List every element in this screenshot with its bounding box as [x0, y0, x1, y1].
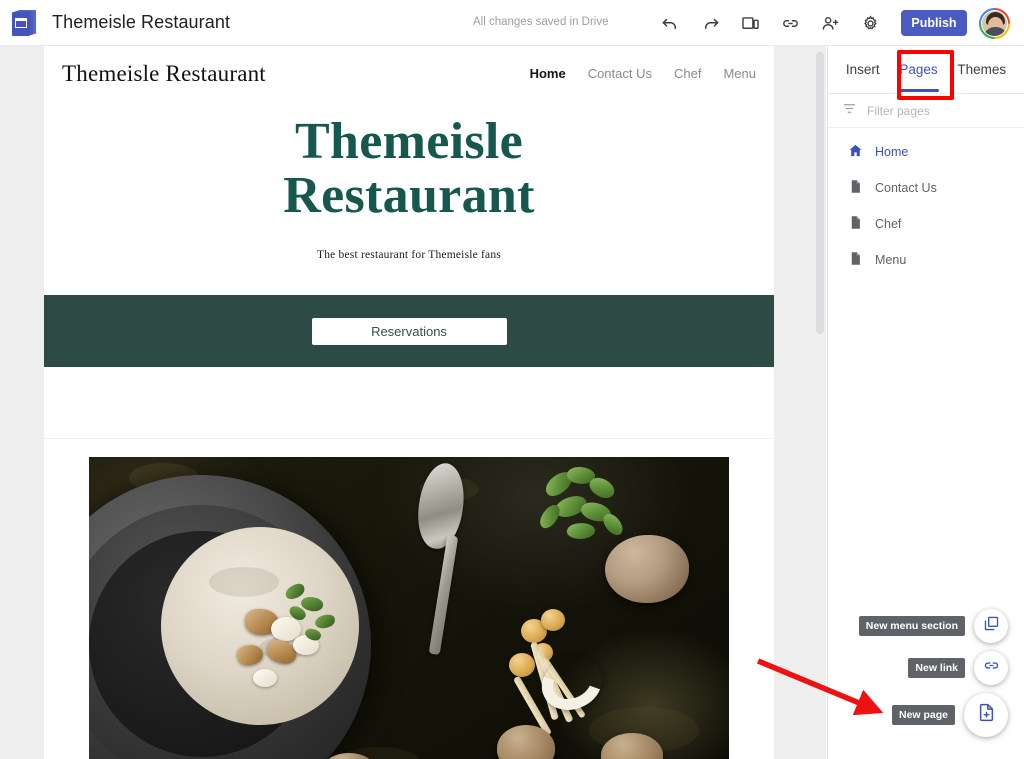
new-page-icon — [976, 702, 997, 728]
filter-icon — [842, 101, 857, 121]
filter-pages-row[interactable] — [828, 94, 1024, 128]
redo-icon[interactable] — [690, 3, 730, 43]
undo-icon[interactable] — [650, 3, 690, 43]
search-input[interactable] — [867, 103, 997, 118]
site-nav-item-home[interactable]: Home — [530, 66, 566, 81]
page-icon — [848, 215, 863, 233]
fab-row-new-menu-section: New menu section — [828, 609, 1008, 643]
site-nav-item-contact-us[interactable]: Contact Us — [588, 66, 652, 81]
add-person-icon[interactable] — [810, 3, 850, 43]
sidebar-item-home[interactable]: Home — [828, 134, 1024, 170]
sidebar-item-chef[interactable]: Chef — [828, 206, 1024, 242]
sidebar-item-label: Contact Us — [875, 181, 937, 195]
tooltip-new-page: New page — [891, 705, 955, 725]
sidebar-item-label: Menu — [875, 253, 907, 267]
google-sites-editor: Themeisle Restaurant All changes saved i… — [0, 0, 1024, 759]
tab-insert[interactable]: Insert — [844, 48, 882, 91]
save-status: All changes saved in Drive — [473, 16, 609, 28]
tooltip-new-link: New link — [908, 658, 965, 678]
hero-title-line1: Themeisle — [295, 113, 523, 170]
new-menu-section-button[interactable] — [974, 609, 1008, 643]
settings-gear-icon[interactable] — [850, 3, 890, 43]
canvas-scrollbar[interactable] — [816, 50, 824, 755]
fab-cluster: New menu section New link New page — [828, 609, 1008, 745]
new-link-button[interactable] — [974, 651, 1008, 685]
photo-section[interactable] — [44, 439, 774, 759]
sidebar-item-menu[interactable]: Menu — [828, 242, 1024, 278]
sidebar-item-label: Home — [875, 145, 909, 159]
pages-list: Home Contact Us Chef Menu — [828, 128, 1024, 278]
spoon-icon — [413, 460, 469, 552]
food-photo[interactable] — [89, 457, 729, 759]
fab-row-new-page: New page — [828, 693, 1008, 737]
tooltip-new-menu-section: New menu section — [858, 616, 965, 636]
page-title[interactable]: Themeisle Restaurant — [52, 12, 230, 33]
toolbar-icon-group — [650, 0, 930, 46]
google-sites-icon — [12, 9, 36, 36]
empty-section[interactable] — [44, 367, 774, 440]
fab-row-new-link: New link — [828, 651, 1008, 685]
avatar[interactable] — [979, 8, 1010, 39]
right-panel: Insert Pages Themes Home — [827, 46, 1024, 759]
site-logo[interactable]: Themeisle Restaurant — [62, 61, 266, 87]
site-header: Themeisle Restaurant Home Contact Us Che… — [44, 46, 774, 101]
reservations-button[interactable]: Reservations — [311, 317, 507, 345]
publish-button[interactable]: Publish — [901, 10, 967, 36]
site-nav: Home Contact Us Chef Menu — [530, 66, 756, 81]
hero-section[interactable]: Themeisle Restaurant The best restaurant… — [44, 101, 774, 295]
site-canvas[interactable]: Themeisle Restaurant Home Contact Us Che… — [0, 46, 826, 759]
panel-tabs: Insert Pages Themes — [828, 46, 1024, 94]
reservations-band[interactable]: Reservations — [44, 295, 774, 368]
hero-tagline: The best restaurant for Themeisle fans — [317, 249, 501, 262]
hero-title: Themeisle Restaurant — [44, 113, 774, 225]
site-nav-item-chef[interactable]: Chef — [674, 66, 701, 81]
hero-title-line2: Restaurant — [283, 167, 535, 225]
preview-icon[interactable] — [730, 3, 770, 43]
new-link-icon — [983, 657, 1000, 679]
top-toolbar: Themeisle Restaurant All changes saved i… — [0, 0, 1024, 46]
new-menu-section-icon — [983, 615, 1000, 637]
tab-themes[interactable]: Themes — [955, 48, 1008, 91]
tab-pages[interactable]: Pages — [897, 48, 939, 92]
sidebar-item-label: Chef — [875, 217, 902, 231]
link-icon[interactable] — [770, 3, 810, 43]
sidebar-item-contact-us[interactable]: Contact Us — [828, 170, 1024, 206]
portobello-mushroom — [605, 535, 689, 604]
page-icon — [848, 251, 863, 269]
site-nav-item-menu[interactable]: Menu — [723, 66, 756, 81]
new-page-button[interactable] — [964, 693, 1008, 737]
home-icon — [848, 143, 863, 161]
page-icon — [848, 179, 863, 197]
canvas-scrollbar-thumb[interactable] — [816, 52, 824, 334]
site-page[interactable]: Themeisle Restaurant Home Contact Us Che… — [44, 46, 774, 759]
